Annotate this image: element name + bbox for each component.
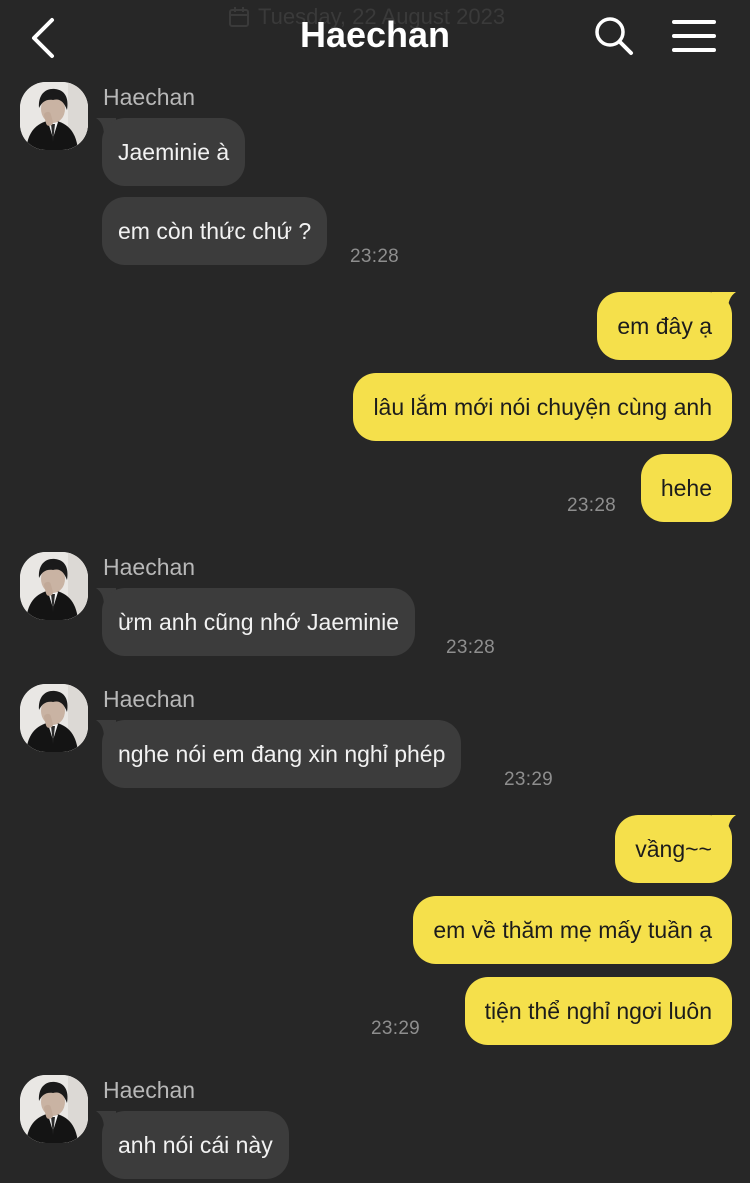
incoming-message[interactable]: ừm anh cũng nhớ Jaeminie: [102, 588, 416, 656]
search-button[interactable]: [592, 14, 636, 58]
avatar[interactable]: [20, 82, 88, 150]
chat-title: Haechan: [299, 14, 451, 55]
message-timestamp: 23:29: [504, 769, 554, 790]
avatar[interactable]: [20, 684, 88, 752]
incoming-message[interactable]: anh nói cái này: [102, 1111, 289, 1179]
sender-name: Haechan: [103, 1077, 196, 1103]
outgoing-message[interactable]: em về thăm mẹ mấy tuần ạ: [413, 896, 732, 964]
chat-header: Tuesday, 22 August 2023 Haechan: [0, 0, 750, 75]
outgoing-message[interactable]: lâu lắm mới nói chuyện cùng anh: [353, 373, 732, 441]
outgoing-message[interactable]: vầng~~: [615, 815, 732, 883]
message-timestamp: 23:28: [567, 495, 617, 516]
sender-name: Haechan: [103, 554, 196, 580]
outgoing-message[interactable]: tiện thể nghỉ ngơi luôn: [464, 977, 732, 1045]
outgoing-message[interactable]: hehe: [640, 454, 732, 522]
message-timestamp: 23:29: [371, 1018, 421, 1039]
avatar[interactable]: [20, 1075, 88, 1143]
menu-icon: [672, 20, 716, 52]
incoming-message[interactable]: nghe nói em đang xin nghỉ phép: [102, 720, 462, 788]
menu-button[interactable]: [670, 16, 718, 56]
message-timestamp: 23:28: [350, 246, 400, 267]
message-timestamp: 23:28: [446, 637, 496, 658]
outgoing-message[interactable]: em đây ạ: [597, 292, 732, 360]
sender-name: Haechan: [103, 686, 196, 712]
incoming-message[interactable]: Jaeminie à: [102, 118, 246, 186]
avatar[interactable]: [20, 552, 88, 620]
sender-name: Haechan: [103, 84, 196, 110]
incoming-message[interactable]: em còn thức chứ ?: [102, 197, 328, 265]
search-icon: [595, 17, 633, 55]
